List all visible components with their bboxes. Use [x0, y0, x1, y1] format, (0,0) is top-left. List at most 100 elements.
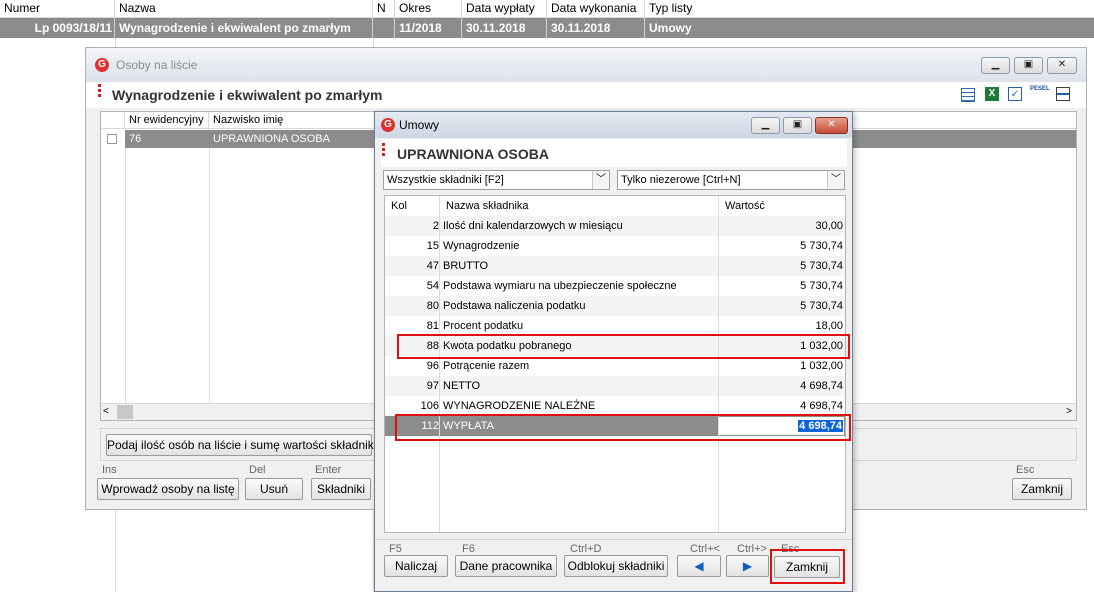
minimize-icon[interactable]: ▁	[981, 57, 1010, 74]
table-row[interactable]: 47 BRUTTO 5 730,74	[385, 256, 845, 276]
calculate-button[interactable]: Naliczaj	[384, 555, 448, 577]
scroll-right-icon[interactable]: >	[1066, 406, 1072, 417]
key-hint-ctrl-d: Ctrl+D	[570, 543, 602, 555]
pesel-icon[interactable]: PESEL	[1030, 85, 1050, 99]
cell-nazwa-skladnika: WYNAGRODZENIE NALEŻNE	[443, 400, 596, 412]
chevron-down-icon[interactable]: ﹀	[827, 171, 844, 189]
footer-divider	[375, 539, 852, 540]
key-hint-del: Del	[249, 464, 266, 476]
cell-nazwa-skladnika: BRUTTO	[443, 260, 489, 272]
cell-data-wykonania: 30.11.2018	[547, 18, 645, 38]
add-people-button[interactable]: Wprowadź osoby na listę	[97, 478, 239, 500]
excel-icon[interactable]: X	[985, 87, 999, 101]
umowy-titlebar[interactable]: G Umowy ▁ ▣ ✕	[375, 112, 852, 138]
cell-kol: 81	[426, 320, 439, 332]
components-table: Kol Nazwa składnika Wartość 2 Ilość dni k…	[384, 195, 846, 533]
cell-wartosc: 30,00	[815, 220, 843, 232]
cell-wartosc: 5 730,74	[800, 280, 843, 292]
column-divider	[125, 148, 126, 403]
cell-nazwa: Wynagrodzenie i ekwiwalent po zmarłym	[115, 18, 373, 38]
cell-kol: 15	[426, 240, 439, 252]
table-row[interactable]: 96 Potrącenie razem 1 032,00	[385, 356, 845, 376]
row-checkbox[interactable]	[107, 134, 117, 144]
cell-kol: 106	[420, 400, 439, 412]
checkbox-icon[interactable]: ✓	[1008, 87, 1022, 101]
maximize-icon[interactable]: ▣	[1014, 57, 1043, 74]
close-button[interactable]: Zamknij	[1012, 478, 1072, 500]
highlight-close-button	[770, 549, 845, 584]
unlock-components-button[interactable]: Odblokuj składniki	[564, 555, 668, 577]
column-header-kol[interactable]: Kol	[385, 196, 439, 216]
table-row[interactable]: 106 WYNAGRODZENIE NALEŻNE 4 698,74	[385, 396, 845, 416]
cell-kol: 80	[426, 300, 439, 312]
background-list-header: Numer Nazwa N Okres Data wypłaty Data wy…	[0, 0, 1094, 18]
column-header-okres[interactable]: Okres	[395, 0, 462, 18]
table-row[interactable]: 54 Podstawa wymiaru na ubezpieczenie społ…	[385, 276, 845, 296]
column-header-nr-ewidencyjny[interactable]: Nr ewidencyjny	[125, 112, 209, 129]
table-row[interactable]: Lp 0093/18/11 Wynagrodzenie i ekwiwalent…	[0, 18, 1094, 38]
osoby-titlebar[interactable]: G Osoby na liście ▁ ▣ ✕	[86, 48, 1086, 82]
menu-dots-icon[interactable]	[98, 84, 101, 99]
minimize-icon[interactable]: ▁	[751, 117, 780, 134]
components-filter-select[interactable]: Wszystkie składniki [F2] ﹀	[383, 170, 610, 190]
key-hint-esc: Esc	[1016, 464, 1035, 476]
cell-kol: 54	[426, 280, 439, 292]
window-title: Osoby na liście	[116, 58, 198, 72]
cell-nazwa-skladnika: Podstawa naliczenia podatku	[443, 300, 586, 312]
cell-n	[373, 18, 395, 38]
cell-kol: 96	[426, 360, 439, 372]
column-divider	[209, 148, 210, 403]
column-header-numer[interactable]: Numer	[0, 0, 115, 18]
select-column-header	[101, 112, 125, 129]
table-row[interactable]: 80 Podstawa naliczenia podatku 5 730,74	[385, 296, 845, 316]
page-title: Wynagrodzenie i ekwiwalent po zmarłym	[112, 87, 383, 103]
print-icon[interactable]	[1056, 87, 1070, 101]
scrollbar-thumb[interactable]	[117, 405, 133, 419]
column-header-nazwa[interactable]: Nazwa	[115, 0, 373, 18]
cell-wartosc: 5 730,74	[800, 260, 843, 272]
highlight-payout-row	[395, 414, 851, 441]
column-header-typ-listy[interactable]: Typ listy	[645, 0, 1094, 18]
column-header-data-wykonania[interactable]: Data wykonania	[547, 0, 645, 18]
column-header-nazwa-skladnika[interactable]: Nazwa składnika	[440, 196, 718, 216]
delete-button[interactable]: Usuń	[245, 478, 303, 500]
cell-data-wyplaty: 30.11.2018	[462, 18, 547, 38]
menu-dots-icon[interactable]	[382, 143, 385, 158]
cell-nr-ewidencyjny: 76	[129, 133, 142, 145]
previous-employee-button[interactable]: ◀	[677, 555, 721, 577]
nonzero-filter-select[interactable]: Tylko niezerowe [Ctrl+N] ﹀	[617, 170, 845, 190]
cell-okres: 11/2018	[395, 18, 462, 38]
next-employee-button[interactable]: ▶	[726, 555, 769, 577]
column-header-data-wyplaty[interactable]: Data wypłaty	[462, 0, 547, 18]
close-icon[interactable]: ✕	[815, 117, 848, 134]
table-row[interactable]: 97 NETTO 4 698,74	[385, 376, 845, 396]
cell-nazwa-skladnika: Ilość dni kalendarzowych w miesiącu	[443, 220, 623, 232]
components-button[interactable]: Składniki	[311, 478, 371, 500]
key-hint-ctrl-prev: Ctrl+<	[690, 543, 720, 555]
employee-data-button[interactable]: Dane pracownika	[455, 555, 557, 577]
umowy-subbar: UPRAWNIONA OSOBA	[381, 139, 847, 167]
cell-kol: 2	[432, 220, 439, 232]
cell-nazwa-skladnika: NETTO	[443, 380, 481, 392]
components-filter-value: Wszystkie składniki [F2]	[387, 174, 504, 186]
cell-nazwa-skladnika: Procent podatku	[443, 320, 524, 332]
app-logo-icon: G	[381, 118, 395, 132]
key-hint-f6: F6	[462, 543, 475, 555]
table-row[interactable]: 15 Wynagrodzenie 5 730,74	[385, 236, 845, 256]
highlight-tax-row	[397, 334, 850, 359]
cell-wartosc: 5 730,74	[800, 240, 843, 252]
table-icon[interactable]	[961, 88, 975, 102]
table-row[interactable]: 2 Ilość dni kalendarzowych w miesiącu 30,0…	[385, 216, 845, 236]
chevron-down-icon[interactable]: ﹀	[592, 171, 609, 189]
close-icon[interactable]: ✕	[1047, 57, 1077, 74]
maximize-icon[interactable]: ▣	[783, 117, 812, 134]
column-header-wartosc[interactable]: Wartość	[719, 196, 845, 216]
employee-title: UPRAWNIONA OSOBA	[397, 146, 549, 162]
summary-button[interactable]: Podaj ilość osób na liście i sumę wartoś…	[106, 434, 389, 456]
cell-numer: Lp 0093/18/11	[0, 18, 115, 38]
osoby-subbar: Wynagrodzenie i ekwiwalent po zmarłym X …	[86, 82, 1086, 108]
scroll-left-icon[interactable]: <	[103, 406, 109, 417]
cell-nazwa-skladnika: Podstawa wymiaru na ubezpieczenie społec…	[443, 280, 677, 292]
column-header-n[interactable]: N	[373, 0, 395, 18]
table-row[interactable]: 81 Procent podatku 18,00	[385, 316, 845, 336]
